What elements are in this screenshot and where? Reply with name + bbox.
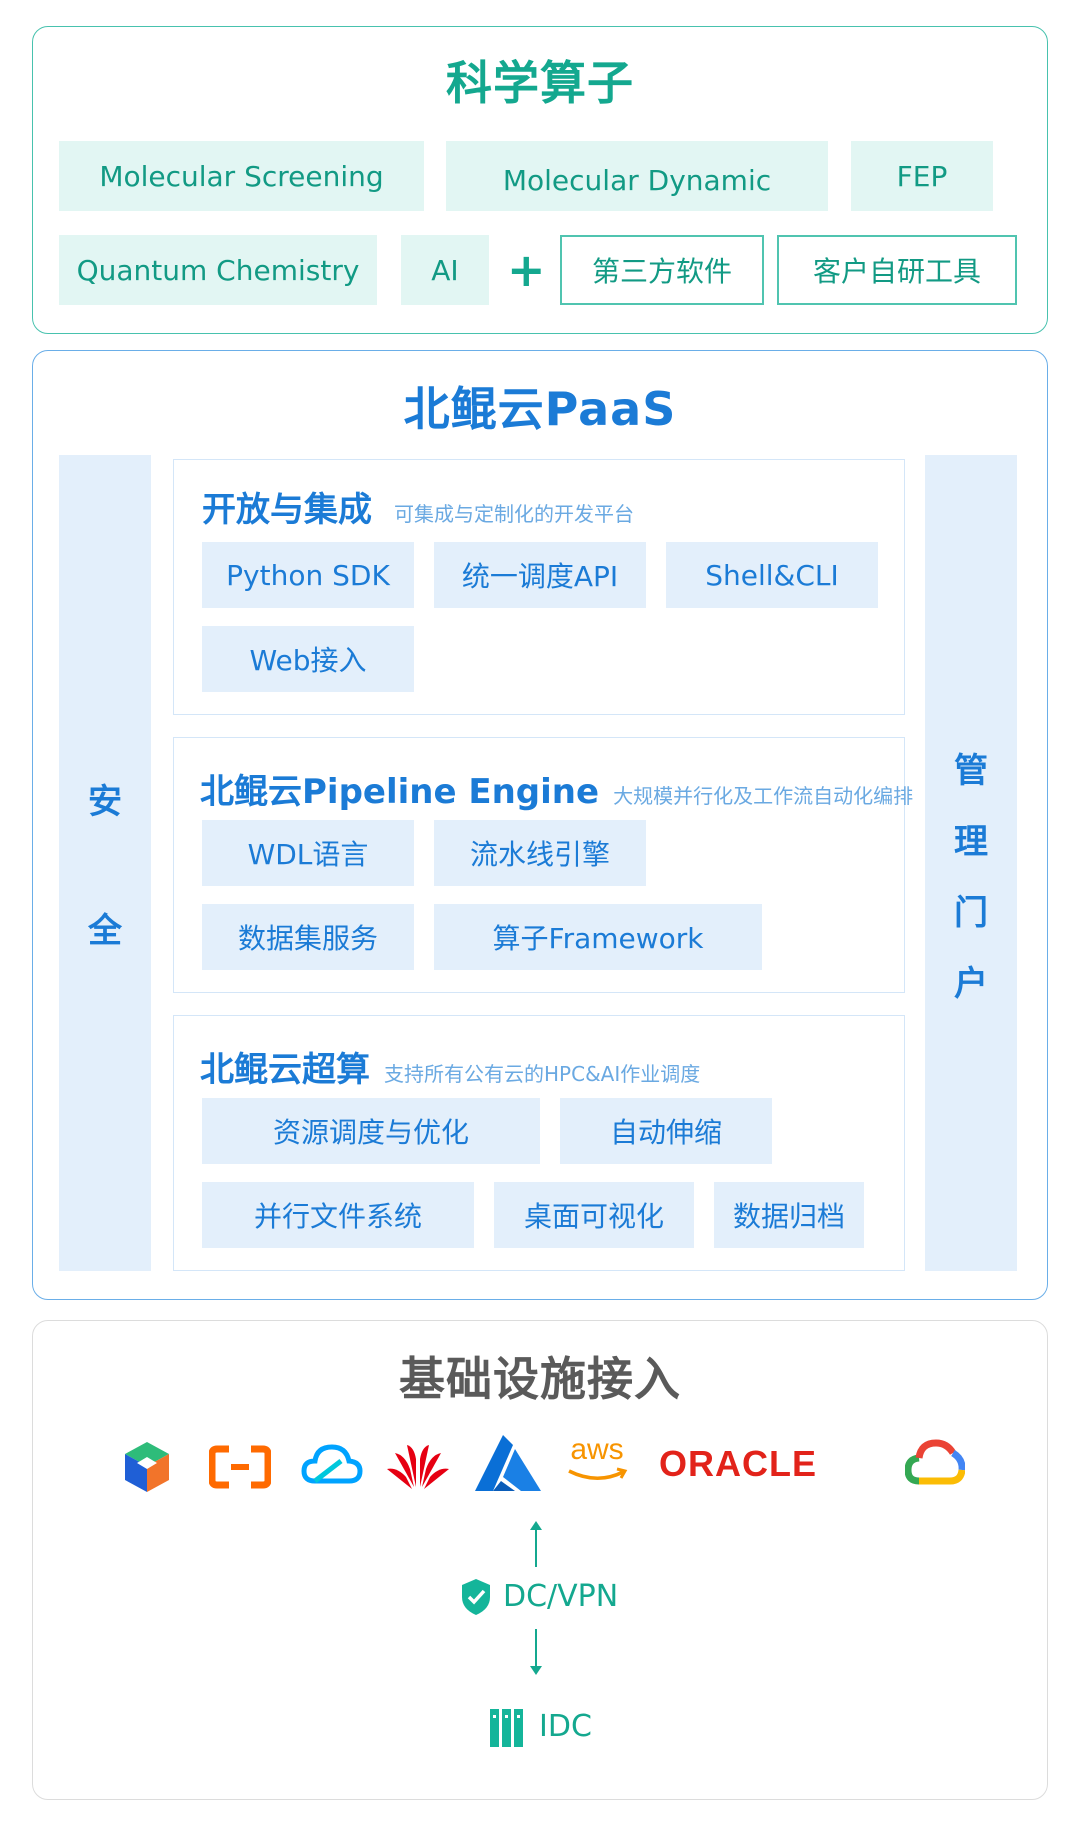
open-integration-heading: 开放与集成 可集成与定制化的开发平台	[202, 482, 634, 531]
pipeline-title: 北鲲云Pipeline Engine	[200, 772, 600, 812]
chip-auto-scaling: 自动伸缩	[560, 1098, 772, 1164]
chip-operator-framework: 算子Framework	[434, 904, 762, 970]
aws-logo: aws	[563, 1433, 631, 1493]
dc-vpn-label: DC/VPN	[503, 1579, 619, 1614]
google-cloud-icon	[905, 1439, 965, 1485]
huawei-cloud-icon	[387, 1445, 449, 1489]
management-portal-sidebar: 管 理 门 户	[925, 455, 1017, 1271]
chip-resource-scheduling: 资源调度与优化	[202, 1098, 540, 1164]
hpc-title: 北鲲云超算	[200, 1050, 370, 1090]
paas-panel: 北鲲云PaaS 安 全 管 理 门 户 开放与集成 可集成与定制化的开发平台 P…	[32, 350, 1048, 1300]
azure-icon	[475, 1435, 541, 1491]
idc-label: IDC	[539, 1709, 592, 1744]
infra-title: 基础设施接入	[399, 1352, 681, 1406]
pipeline-engine-box: 北鲲云Pipeline Engine 大规模并行化及工作流自动化编排 WDL语言…	[173, 737, 913, 993]
science-operators-panel: 科学算子 Molecular Screening Molecular Dynam…	[32, 26, 1048, 334]
hpc-desc: 支持所有公有云的HPC&AI作业调度	[384, 1062, 701, 1086]
server-rack-icon	[490, 1709, 523, 1747]
chip-web-access: Web接入	[202, 626, 414, 692]
aws-smile-icon	[568, 1467, 628, 1480]
plus-icon: +	[507, 243, 546, 297]
chip-ai: AI	[401, 235, 489, 305]
alibaba-cloud-icon	[209, 1445, 271, 1489]
arrow-up-icon	[530, 1521, 542, 1567]
open-integration-box: 开放与集成 可集成与定制化的开发平台 Python SDK 统一调度API Sh…	[173, 459, 905, 715]
chip-parallel-fs: 并行文件系统	[202, 1182, 474, 1248]
pipeline-desc: 大规模并行化及工作流自动化编排	[613, 784, 914, 808]
chip-quantum-chemistry: Quantum Chemistry	[59, 235, 377, 305]
shield-check-icon	[462, 1579, 490, 1615]
security-char-2: 全	[88, 911, 122, 951]
chip-unified-api: 统一调度API	[434, 542, 646, 608]
hpc-heading: 北鲲云超算 支持所有公有云的HPC&AI作业调度	[200, 1042, 700, 1091]
portal-char-1: 管	[954, 751, 988, 791]
tencent-cloud-icon	[301, 1444, 363, 1484]
infrastructure-panel: 基础设施接入 aws ORACLE DC/VPN IDC	[32, 1320, 1048, 1800]
portal-char-4: 户	[954, 964, 988, 1004]
oracle-wordmark: ORACLE	[659, 1443, 817, 1484]
arrow-down-icon	[530, 1629, 542, 1675]
security-sidebar: 安 全	[59, 455, 151, 1271]
chip-pipeline-engine: 流水线引擎	[434, 820, 646, 886]
chip-shell-cli: Shell&CLI	[666, 542, 878, 608]
chip-data-archive: 数据归档	[714, 1182, 864, 1248]
pipeline-heading: 北鲲云Pipeline Engine 大规模并行化及工作流自动化编排	[200, 764, 913, 813]
paas-title: 北鲲云PaaS	[403, 382, 677, 436]
aws-wordmark: aws	[570, 1433, 624, 1466]
chip-python-sdk: Python SDK	[202, 542, 414, 608]
oracle-logo: ORACLE	[659, 1443, 817, 1485]
cloud-logo-cube-icon	[125, 1442, 169, 1492]
science-title: 科学算子	[446, 56, 634, 110]
open-integration-title: 开放与集成	[202, 490, 372, 530]
chip-fep: FEP	[851, 141, 993, 211]
portal-char-2: 理	[954, 822, 988, 862]
hpc-box: 北鲲云超算 支持所有公有云的HPC&AI作业调度 资源调度与优化 自动伸缩 并行…	[173, 1015, 905, 1271]
chip-dataset-service: 数据集服务	[202, 904, 414, 970]
chip-custom-tools: 客户自研工具	[777, 235, 1017, 305]
chip-wdl: WDL语言	[202, 820, 414, 886]
security-char-1: 安	[88, 782, 122, 822]
open-integration-desc: 可集成与定制化的开发平台	[394, 502, 634, 526]
chip-third-party-software: 第三方软件	[560, 235, 764, 305]
portal-char-3: 门	[954, 893, 988, 933]
chip-desktop-visualization: 桌面可视化	[494, 1182, 694, 1248]
chip-molecular-dynamic: Molecular Dynamic	[446, 141, 828, 211]
chip-molecular-screening: Molecular Screening	[59, 141, 424, 211]
